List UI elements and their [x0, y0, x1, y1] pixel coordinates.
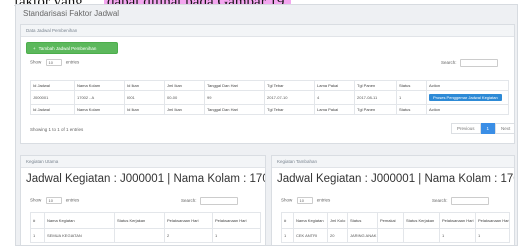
table-cell: 4 — [314, 90, 355, 105]
app-screen: Standarisasi Faktor Jadwal Data Jadwal P… — [15, 4, 518, 246]
table-row: J000001 17002 - A I001 00-00 99 2017-07-… — [30, 90, 509, 105]
pagination-page[interactable]: 1 — [480, 123, 496, 134]
column-footer: Tanggal Dan Hari — [204, 104, 265, 115]
table-cell: 20 — [327, 228, 348, 243]
column-footer: Action — [426, 104, 509, 115]
column-header[interactable]: Tgl Panen — [354, 80, 397, 91]
column-footer: Jml Ikan — [164, 104, 205, 115]
column-header[interactable]: Id Ikan — [124, 80, 165, 91]
extra-activity-search: Search: — [432, 197, 489, 205]
action-cell: Proses Penggemar Jadwal Kegiatan — [426, 90, 509, 105]
table-cell: CEK ANTRI — [293, 228, 328, 243]
pagination-next[interactable]: Next — [495, 123, 514, 134]
show-entries: Show 10 entries — [30, 59, 80, 66]
column-header[interactable]: Status Kerjakan — [403, 212, 440, 229]
column-header[interactable]: Nama Kolam — [74, 80, 125, 91]
extra-activity-panel: Kegiatan Tambahan Jadwal Kegiatan : J000… — [271, 155, 515, 245]
column-header[interactable]: Pelaksanaan Hari — [475, 212, 510, 229]
add-schedule-button[interactable]: + Tambah Jadwal Pembenihan — [26, 42, 118, 54]
column-header[interactable]: Nama Kegiatan — [44, 212, 115, 229]
main-activity-header: Kegiatan Utama — [21, 156, 265, 168]
table-cell: 1 — [212, 228, 261, 243]
process-schedule-button[interactable]: Proses Penggemar Jadwal Kegiatan — [429, 94, 502, 101]
table-cell: 1 — [396, 90, 427, 105]
table-cell: 1 — [475, 228, 510, 243]
table-cell: 1 — [281, 228, 294, 243]
table-cell — [403, 228, 440, 243]
entries-select[interactable]: 10 — [45, 197, 62, 204]
pagination: Previous 1 Next — [451, 123, 514, 134]
table-cell: 2017-08-11 — [354, 90, 397, 105]
table-cell: 1 — [30, 228, 45, 243]
table-cell — [377, 228, 404, 243]
table-cell — [114, 228, 165, 243]
column-header[interactable]: Status — [396, 80, 427, 91]
main-activity-panel: Kegiatan Utama Jadwal Kegiatan : J000001… — [20, 155, 266, 245]
column-footer: Id Ikan — [124, 104, 165, 115]
column-header[interactable]: Nama Kegiatan — [293, 212, 328, 229]
column-footer: Lama Pakai — [314, 104, 355, 115]
column-header[interactable]: Jml Kolo — [327, 212, 348, 229]
column-footer: Tgl Tebar — [264, 104, 315, 115]
show-entries: Show 10 entries — [30, 197, 80, 204]
extra-activity-table: # Nama Kegiatan Jml Kolo Status Pemakai … — [281, 212, 510, 243]
search-input[interactable] — [199, 197, 238, 205]
column-footer: Status — [396, 104, 427, 115]
column-header[interactable]: Status Kerjakan — [114, 212, 165, 229]
table-cell: SEMUA KEGIATAN — [44, 228, 115, 243]
column-header[interactable]: Pelaksanaan Hari — [439, 212, 476, 229]
column-footer: Tgl Panen — [354, 104, 397, 115]
schedule-table: Id Jadwal Nama Kolam Id Ikan Jml Ikan Ta… — [30, 80, 509, 115]
column-header[interactable]: # — [30, 212, 45, 229]
table-cell: 2 — [164, 228, 213, 243]
table-cell: 17002 - A — [74, 90, 125, 105]
add-schedule-label: Tambah Jadwal Pembenihan — [38, 46, 97, 51]
table-info: Showing 1 to 1 of 1 entries — [30, 127, 84, 132]
entries-select[interactable]: 10 — [45, 59, 62, 66]
table-cell: 00-00 — [164, 90, 205, 105]
table-header-row: # Nama Kegiatan Jml Kolo Status Pemakai … — [281, 212, 510, 229]
column-header[interactable]: # — [281, 212, 294, 229]
column-header[interactable]: Tanggal Dan Hari — [204, 80, 265, 91]
column-header[interactable]: Status — [347, 212, 378, 229]
plus-icon: + — [33, 46, 36, 51]
entries-select[interactable]: 10 — [296, 197, 313, 204]
main-activity-title: Jadwal Kegiatan : J000001 | Nama Kolam :… — [26, 173, 265, 185]
extra-activity-header: Kegiatan Tambahan — [272, 156, 514, 168]
table-header-row: Id Jadwal Nama Kolam Id Ikan Jml Ikan Ta… — [30, 80, 509, 91]
table-cell: 1 — [439, 228, 476, 243]
table-cell: J000001 — [30, 90, 75, 105]
main-activity-table: # Nama Kegiatan Status Kerjakan Pelaksan… — [30, 212, 261, 243]
schedule-panel-header: Data Jadwal Pembenihan — [21, 25, 514, 37]
table-row: 1 CEK ANTRI 20 JARING ANAK 1 1 — [281, 228, 510, 243]
schedule-panel: Data Jadwal Pembenihan + Tambah Jadwal Pe… — [20, 24, 515, 144]
page-title: Standarisasi Faktor Jadwal — [23, 9, 120, 18]
main-activity-search: Search: — [181, 197, 238, 205]
column-header[interactable]: Lama Pakai — [314, 80, 355, 91]
table-cell: 99 — [204, 90, 265, 105]
schedule-search: Search: — [441, 59, 498, 67]
search-input[interactable] — [450, 197, 489, 205]
extra-activity-title: Jadwal Kegiatan : J000001 | Nama Kolam :… — [277, 173, 514, 185]
column-header[interactable]: Jml Ikan — [164, 80, 205, 91]
table-cell: 2017-07-10 — [264, 90, 315, 105]
pagination-previous[interactable]: Previous — [451, 123, 481, 134]
table-row: 1 SEMUA KEGIATAN 2 1 — [30, 228, 261, 243]
column-footer: Id Jadwal — [30, 104, 75, 115]
column-header[interactable]: Pemakai — [377, 212, 404, 229]
table-cell: JARING ANAK — [347, 228, 378, 243]
column-header[interactable]: Id Jadwal — [30, 80, 75, 91]
column-header[interactable]: Action — [426, 80, 509, 91]
table-header-row: # Nama Kegiatan Status Kerjakan Pelaksan… — [30, 212, 261, 229]
column-header[interactable]: Pelaksanaan Hari — [164, 212, 213, 229]
search-input[interactable] — [459, 59, 498, 67]
column-footer: Nama Kolam — [74, 104, 125, 115]
column-header[interactable]: Tgl Tebar — [264, 80, 315, 91]
table-cell: I001 — [124, 90, 165, 105]
show-entries: Show 10 entries — [281, 197, 331, 204]
table-footer-row: Id Jadwal Nama Kolam Id Ikan Jml Ikan Ta… — [30, 104, 509, 115]
column-header[interactable]: Pelaksanaan Hari — [212, 212, 261, 229]
